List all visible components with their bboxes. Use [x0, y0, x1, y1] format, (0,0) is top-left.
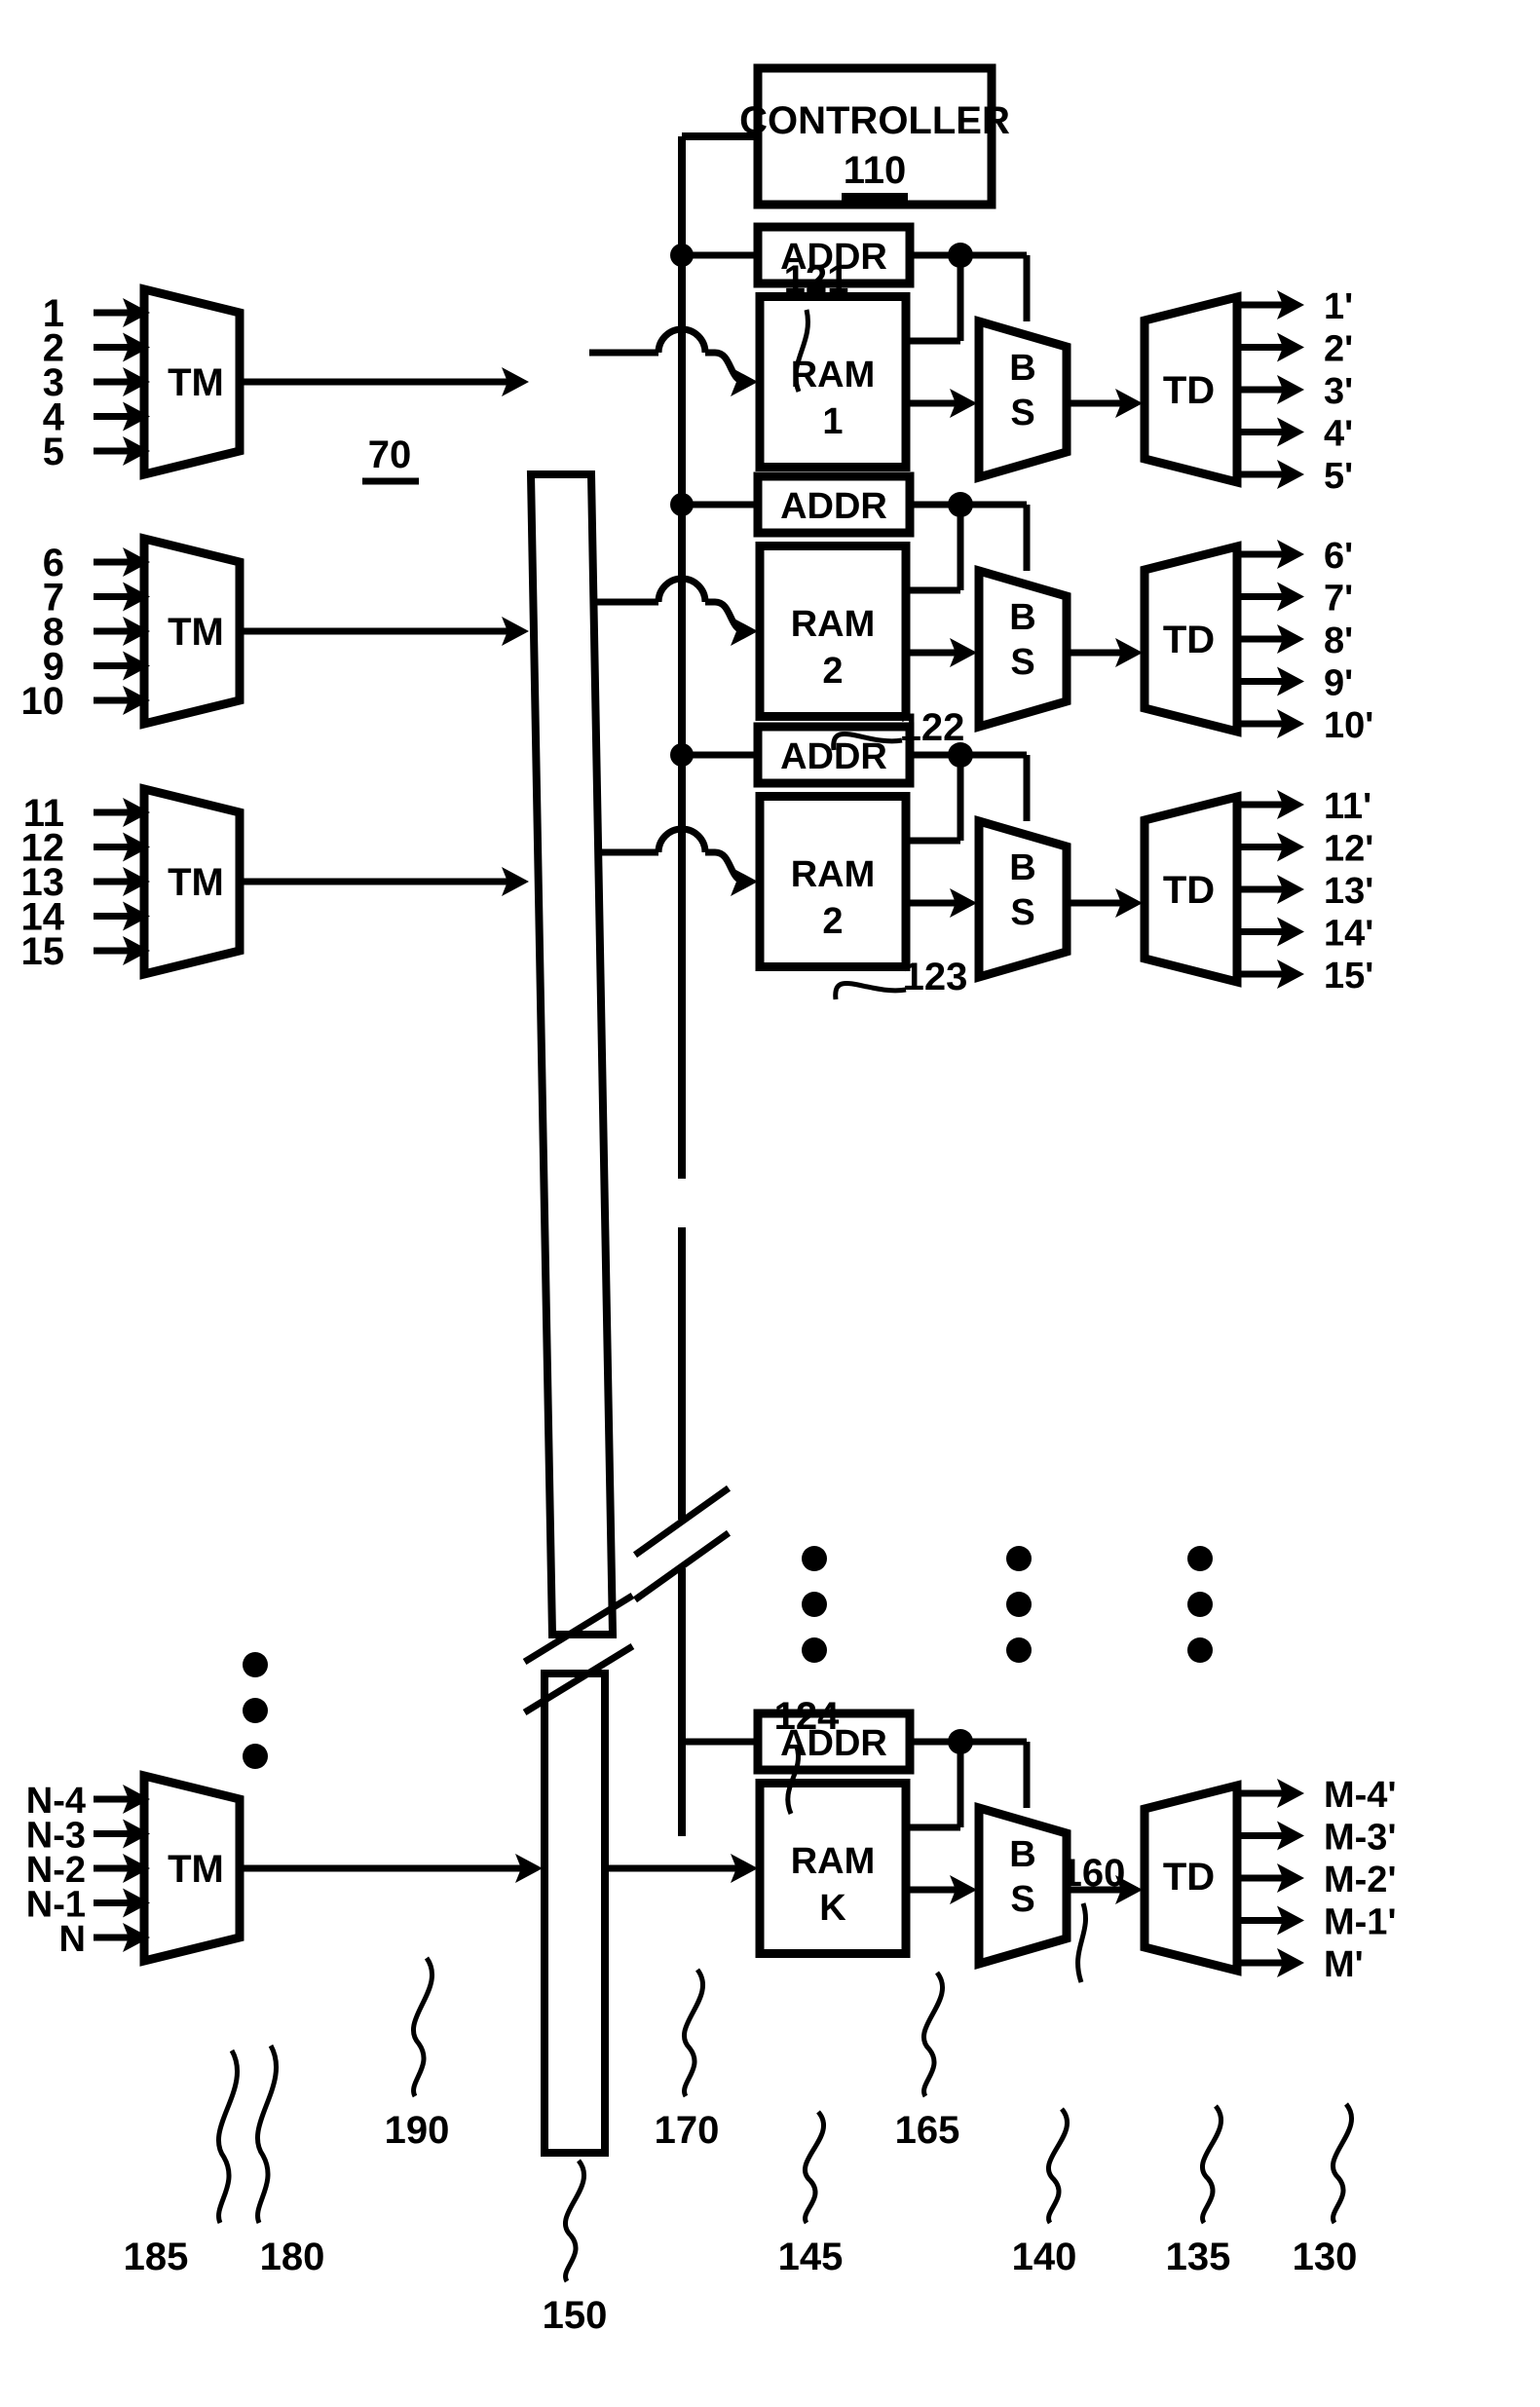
diagram-canvas: CONTROLLER110TM12345ADDRRAM1BSTD1'2'3'4'…	[0, 0, 1540, 2407]
ref-140: 140	[1012, 2236, 1077, 2278]
input-column-ellipsis	[243, 1744, 268, 1769]
input-label-1-4: 10	[21, 680, 65, 723]
output-label-1-0: 6'	[1324, 536, 1353, 577]
input-label-0-4: 5	[43, 431, 64, 473]
bus-150-lower	[541, 1670, 609, 2157]
output-label-3-2: M-2'	[1324, 1860, 1396, 1900]
row-ellipsis-b	[1006, 1592, 1032, 1617]
row-ellipsis-a	[802, 1637, 827, 1663]
ram-label2-1: 2	[822, 651, 843, 692]
bs-label1-2: B	[1009, 847, 1035, 888]
bs-label1-0: B	[1009, 348, 1035, 389]
output-label-3-4: M'	[1324, 1944, 1364, 1985]
ref-170: 170	[655, 2109, 720, 2152]
output-label-1-1: 7'	[1324, 579, 1353, 620]
row-ellipsis-c	[1187, 1592, 1213, 1617]
output-label-3-1: M-3'	[1324, 1818, 1396, 1859]
output-label-2-2: 13'	[1324, 871, 1373, 912]
td-label-1: TD	[1163, 619, 1215, 661]
output-label-3-3: M-1'	[1324, 1902, 1396, 1943]
ref-122: 122	[900, 706, 965, 749]
input-label-3-4: N	[59, 1919, 86, 1960]
ram-label1-2: RAM	[791, 854, 876, 895]
output-label-1-2: 8'	[1324, 621, 1353, 661]
ref-124: 124	[774, 1695, 840, 1738]
bs-label1-1: B	[1009, 597, 1035, 638]
tm-label-0: TM	[168, 361, 224, 404]
ref-190: 190	[385, 2109, 450, 2152]
ref-160: 160	[1061, 1852, 1126, 1895]
bs-label1-3: B	[1009, 1834, 1035, 1875]
output-label-2-3: 14'	[1324, 914, 1373, 955]
controller-title: CONTROLLER	[739, 99, 1010, 142]
input-column-ellipsis	[243, 1652, 268, 1677]
output-label-0-3: 4'	[1324, 414, 1353, 455]
bus-label-70: 70	[368, 433, 412, 476]
output-label-2-1: 12'	[1324, 829, 1373, 870]
ram-label2-0: 1	[822, 401, 843, 442]
bs-label2-2: S	[1010, 892, 1034, 933]
output-label-2-4: 15'	[1324, 956, 1373, 997]
ram-label1-3: RAM	[791, 1841, 876, 1882]
ref-185: 185	[124, 2236, 189, 2278]
output-label-1-4: 10'	[1324, 705, 1373, 746]
row-ellipsis-c	[1187, 1546, 1213, 1571]
output-label-1-3: 9'	[1324, 663, 1353, 704]
tm-label-3: TM	[168, 1848, 224, 1891]
ram-label1-0: RAM	[791, 355, 876, 395]
ref-123: 123	[903, 956, 968, 998]
bs-label2-1: S	[1010, 642, 1034, 683]
addr-label-1: ADDR	[780, 486, 887, 527]
td-label-0: TD	[1163, 369, 1215, 412]
ram-label2-2: 2	[822, 901, 843, 942]
output-label-3-0: M-4'	[1324, 1775, 1396, 1816]
row-ellipsis-c	[1187, 1637, 1213, 1663]
row-ellipsis-a	[802, 1546, 827, 1571]
tm-label-2: TM	[168, 861, 224, 904]
output-label-0-2: 3'	[1324, 371, 1353, 412]
bs-label2-0: S	[1010, 393, 1034, 433]
ref-180: 180	[260, 2236, 325, 2278]
ref-130: 130	[1293, 2236, 1358, 2278]
ref-150: 150	[543, 2294, 608, 2337]
addr-label-2: ADDR	[780, 736, 887, 777]
row-ellipsis-a	[802, 1592, 827, 1617]
ref-145: 145	[778, 2236, 844, 2278]
output-label-0-0: 1'	[1324, 286, 1353, 327]
ref-121: 121	[784, 258, 849, 301]
ref-165: 165	[895, 2109, 960, 2152]
tm-label-1: TM	[168, 611, 224, 654]
ram-label1-1: RAM	[791, 604, 876, 645]
output-label-0-4: 5'	[1324, 456, 1353, 497]
output-label-2-0: 11'	[1324, 786, 1371, 827]
td-label-2: TD	[1163, 869, 1215, 912]
row-ellipsis-b	[1006, 1637, 1032, 1663]
td-label-3: TD	[1163, 1856, 1215, 1899]
bs-label2-3: S	[1010, 1879, 1034, 1920]
patent-figure: CONTROLLER 110 TM 1 2 3 4 5 ADDR RAM 1 B S TD 1' 2' 3' 4'…	[0, 0, 1540, 2407]
row-ellipsis-b	[1006, 1546, 1032, 1571]
output-label-0-1: 2'	[1324, 329, 1353, 370]
input-column-ellipsis	[243, 1698, 268, 1723]
ram-label2-3: K	[819, 1888, 846, 1929]
input-label-2-4: 15	[21, 930, 65, 973]
controller-ref: 110	[844, 149, 907, 192]
ref-135: 135	[1166, 2236, 1231, 2278]
